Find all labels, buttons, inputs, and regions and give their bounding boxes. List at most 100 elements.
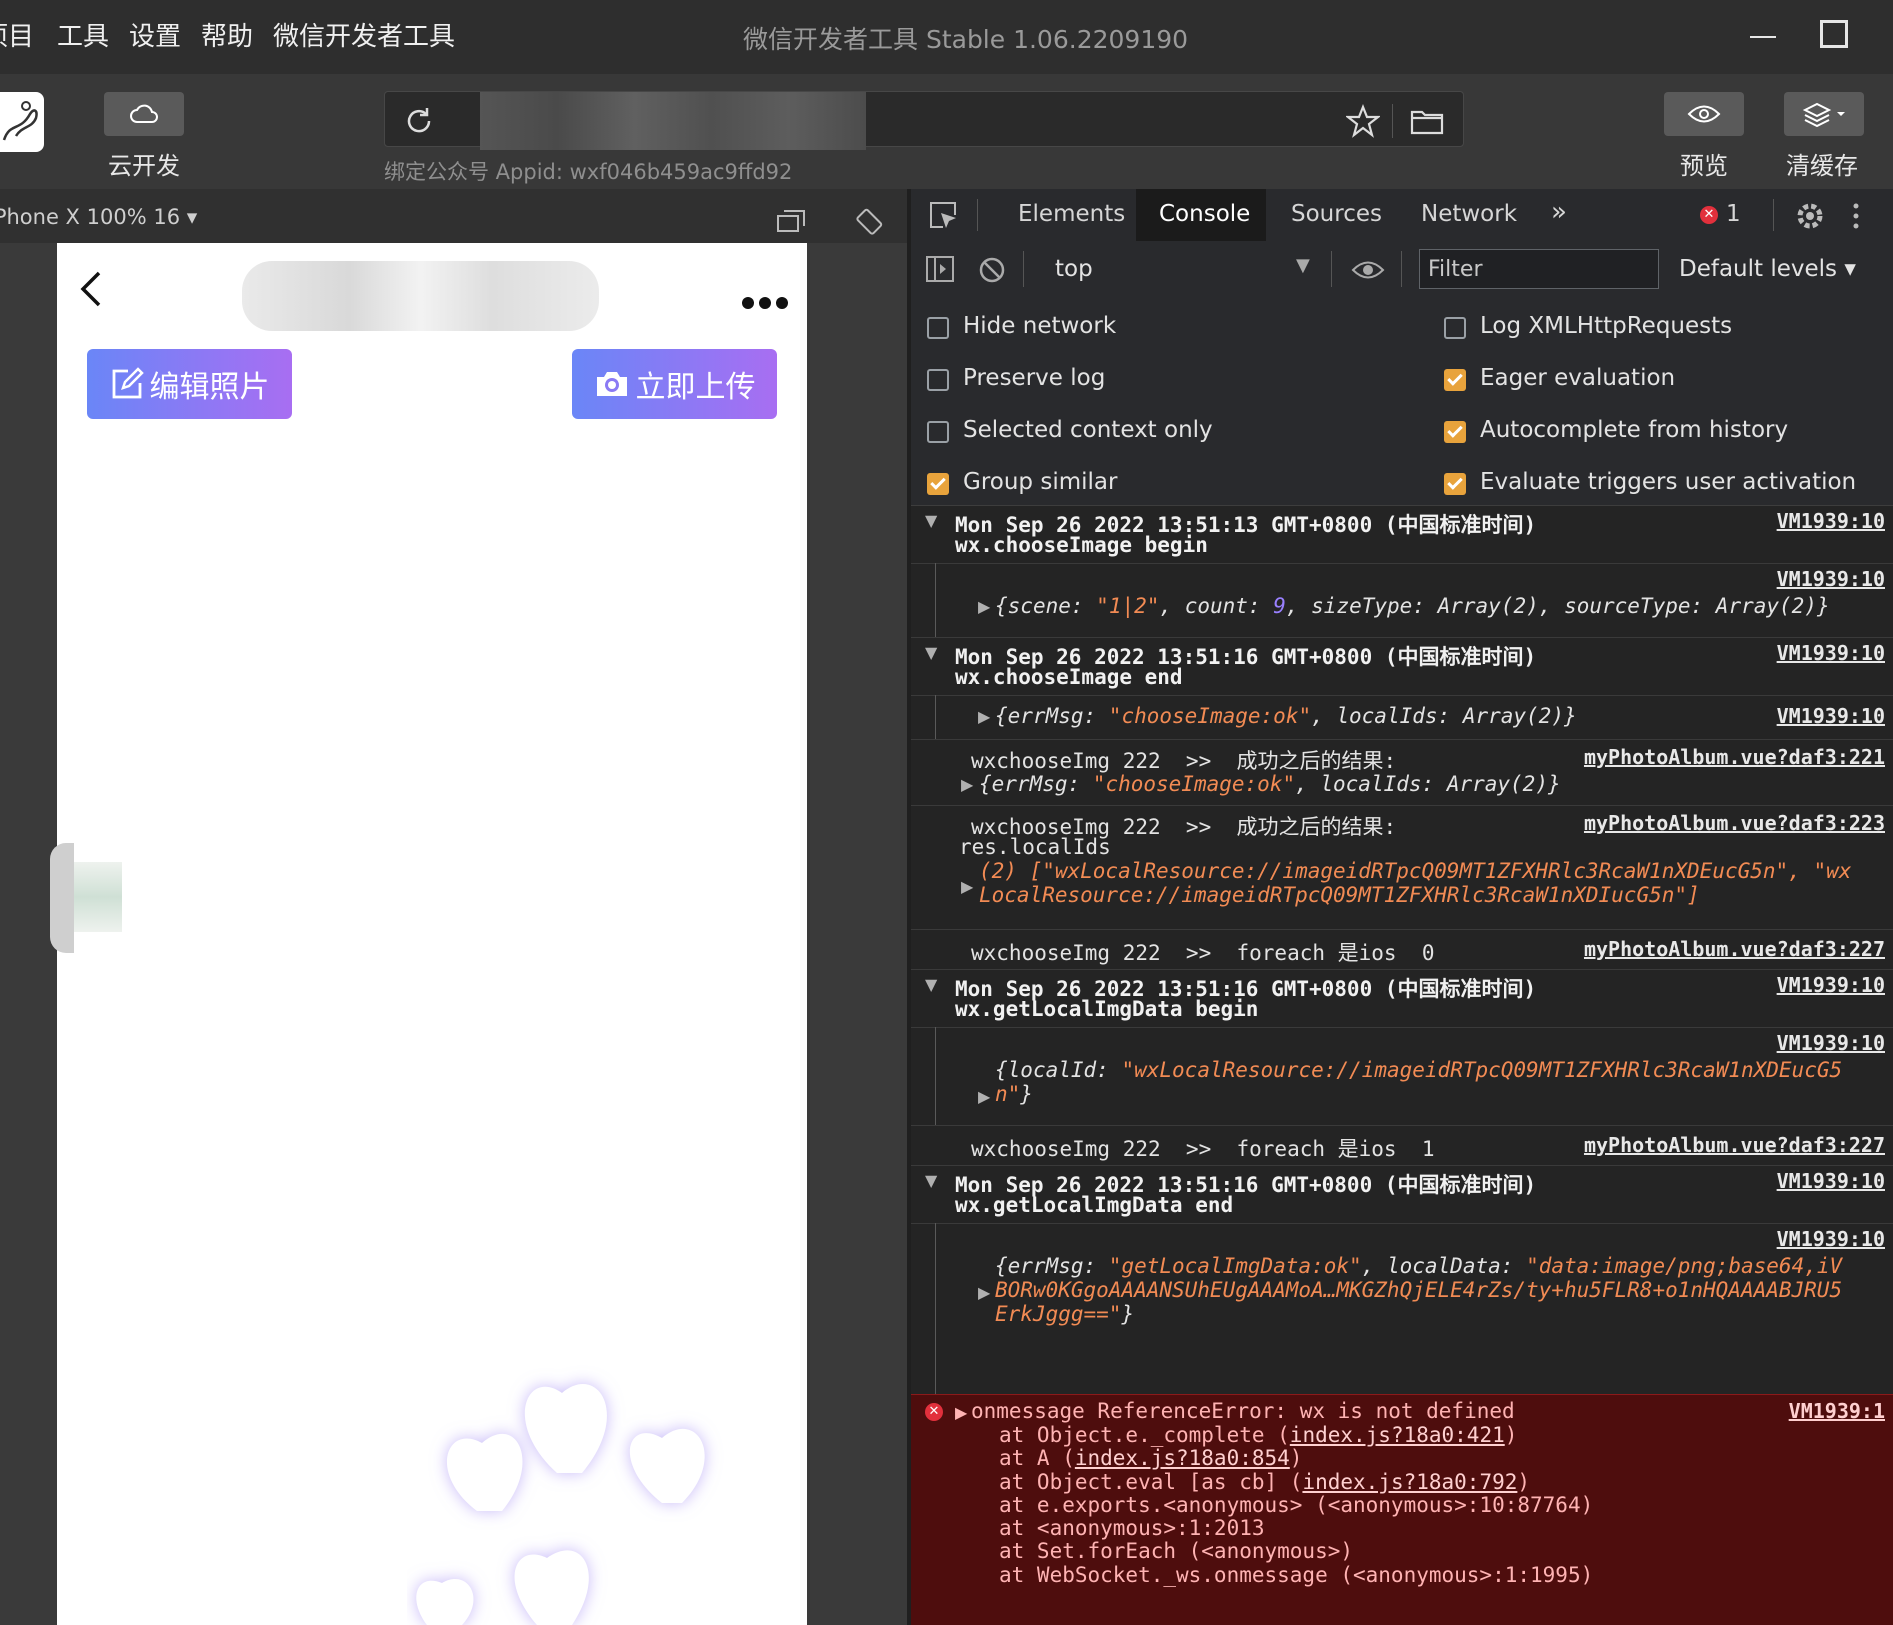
- rotate-icon[interactable]: [855, 206, 885, 236]
- log-group-header[interactable]: ▼ Mon Sep 26 2022 13:51:16 GMT+0800 (中国标…: [911, 637, 1893, 696]
- source-link[interactable]: VM1939:10: [1777, 1031, 1885, 1055]
- clear-cache-button[interactable]: [1784, 92, 1864, 136]
- source-link[interactable]: myPhotoAlbum.vue?daf3:221: [1584, 745, 1885, 769]
- stack-source-link[interactable]: index.js?18a0:421: [1290, 1423, 1505, 1447]
- context-select[interactable]: top: [1055, 256, 1093, 282]
- stack-text: ): [1289, 1446, 1303, 1471]
- log-group-header[interactable]: ▼ Mon Sep 26 2022 13:51:16 GMT+0800 (中国标…: [911, 1165, 1893, 1224]
- log-object[interactable]: {localId: "wxLocalResource://imageidRTpc…: [995, 1058, 1842, 1082]
- stack-source-link[interactable]: index.js?18a0:792: [1302, 1470, 1517, 1494]
- stack-source-link[interactable]: index.js?18a0:854: [1075, 1446, 1290, 1470]
- checkbox-preserve-log[interactable]: [927, 369, 949, 391]
- levels-select[interactable]: Default levels ▾: [1679, 256, 1856, 282]
- expand-triangle-icon[interactable]: ▶: [978, 597, 990, 616]
- source-link[interactable]: VM1939:10: [1777, 1227, 1885, 1251]
- obj-key: sizeType: [1311, 594, 1413, 618]
- source-link[interactable]: VM1939:10: [1777, 704, 1885, 728]
- expand-triangle-icon[interactable]: ▶: [978, 707, 990, 726]
- folder-icon[interactable]: [1410, 106, 1444, 136]
- log-array[interactable]: (2) ["wxLocalResource://imageidRTpcQ09MT…: [979, 859, 1851, 883]
- back-icon[interactable]: [77, 269, 105, 320]
- tab-elements[interactable]: Elements: [1018, 201, 1125, 227]
- kebab-menu-icon[interactable]: [1851, 201, 1861, 231]
- star-icon[interactable]: [1346, 104, 1380, 138]
- sidebar-toggle-icon[interactable]: [925, 255, 955, 283]
- context-dropdown-icon[interactable]: ▼: [1296, 255, 1310, 276]
- source-link[interactable]: myPhotoAlbum.vue?daf3:223: [1584, 811, 1885, 835]
- log-object[interactable]: {errMsg: "chooseImage:ok", localIds: Arr…: [979, 772, 1561, 796]
- log-object[interactable]: {errMsg: "chooseImage:ok", localIds: Arr…: [995, 704, 1577, 728]
- source-link[interactable]: VM1939:10: [1777, 567, 1885, 591]
- preview-button[interactable]: [1664, 92, 1744, 136]
- expand-triangle-icon[interactable]: ▶: [955, 1403, 967, 1422]
- checkbox-evaluate-triggers-user-activation[interactable]: [1444, 473, 1466, 495]
- live-expression-eye-icon[interactable]: [1351, 259, 1385, 281]
- tab-divider: [977, 199, 978, 231]
- collapse-triangle-icon[interactable]: ▼: [925, 643, 937, 662]
- cloud-dev-button[interactable]: [104, 92, 184, 136]
- group-indent-line: [935, 695, 936, 739]
- device-selector[interactable]: iPhone X 100% 16 ▾: [0, 205, 197, 229]
- menu-settings[interactable]: 设置: [129, 16, 181, 53]
- refresh-icon[interactable]: [402, 104, 436, 138]
- source-link[interactable]: myPhotoAlbum.vue?daf3:227: [1584, 937, 1885, 961]
- inspect-icon[interactable]: [929, 201, 959, 231]
- clear-console-icon[interactable]: [978, 256, 1006, 284]
- expand-triangle-icon[interactable]: ▶: [978, 1283, 990, 1302]
- checkbox-selected-context-only[interactable]: [927, 421, 949, 443]
- source-link[interactable]: VM1939:10: [1777, 641, 1885, 665]
- checkbox-log-xmlhttprequests[interactable]: [1444, 317, 1466, 339]
- error-icon: ✕: [1700, 206, 1718, 224]
- more-icon[interactable]: [741, 283, 789, 318]
- checkbox-eager-evaluation[interactable]: [1444, 369, 1466, 391]
- menu-tools[interactable]: 工具: [57, 16, 109, 53]
- collapse-triangle-icon[interactable]: ▼: [925, 975, 937, 994]
- tab-sources[interactable]: Sources: [1291, 201, 1382, 227]
- source-link[interactable]: VM1939:10: [1777, 973, 1885, 997]
- popout-icon[interactable]: [776, 208, 806, 234]
- maximize-icon[interactable]: [1820, 20, 1848, 48]
- log-object[interactable]: {scene: "1|2", count: 9, sizeType: Array…: [995, 594, 1830, 618]
- avatar[interactable]: [0, 92, 44, 152]
- source-link[interactable]: VM1939:1: [1789, 1399, 1885, 1423]
- log-array[interactable]: LocalResource://imageidRTpcQ09MT1ZFXHRlc…: [979, 883, 1700, 907]
- log-group-header[interactable]: ▼ Mon Sep 26 2022 13:51:16 GMT+0800 (中国标…: [911, 969, 1893, 1028]
- expand-triangle-icon[interactable]: ▶: [961, 877, 973, 896]
- levels-label: Default levels: [1679, 256, 1838, 282]
- menu-help[interactable]: 帮助: [201, 16, 253, 53]
- log-text: wx.chooseImage begin: [955, 533, 1208, 557]
- stack-text: at e.exports.<anonymous> (<anonymous>:10…: [999, 1492, 1594, 1517]
- upload-button[interactable]: 立即上传: [572, 349, 777, 419]
- log-row: VM1939:10 ▶ {localId: "wxLocalResource:/…: [911, 1027, 1893, 1126]
- log-row: wxchooseImg 222 >> foreach 是ios 0 myPhot…: [911, 929, 1893, 970]
- more-tabs-icon[interactable]: »: [1551, 197, 1567, 227]
- obj-key: count: [1184, 594, 1248, 618]
- expand-triangle-icon[interactable]: ▶: [978, 1087, 990, 1106]
- source-link[interactable]: myPhotoAlbum.vue?daf3:227: [1584, 1133, 1885, 1157]
- checkbox-group-similar[interactable]: [927, 473, 949, 495]
- side-drawer-handle[interactable]: [50, 843, 74, 953]
- checkbox-hide-network[interactable]: [927, 317, 949, 339]
- checkbox-autocomplete-from-history[interactable]: [1444, 421, 1466, 443]
- expand-triangle-icon[interactable]: ▶: [961, 775, 973, 794]
- collapse-triangle-icon[interactable]: ▼: [925, 1171, 937, 1190]
- tab-network[interactable]: Network: [1421, 201, 1517, 227]
- error-count[interactable]: 1: [1726, 201, 1741, 227]
- tab-console[interactable]: Console: [1159, 201, 1250, 227]
- obj-key: localId: [1007, 1058, 1097, 1082]
- log-group-header[interactable]: ▼ Mon Sep 26 2022 13:51:13 GMT+0800 (中国标…: [911, 505, 1893, 564]
- stack-frame: at <anonymous>:1:2013: [999, 1516, 1593, 1540]
- source-link[interactable]: VM1939:10: [1777, 1169, 1885, 1193]
- log-object-cont: BORw0KGgoAAAANSUhEUgAAAMoA…MKGZhQjELE4rZ…: [995, 1278, 1843, 1302]
- minimize-icon[interactable]: [1750, 36, 1776, 38]
- phone-screen: 编辑照片 立即上传: [57, 243, 807, 1625]
- log-object[interactable]: {errMsg: "getLocalImgData:ok", localData…: [995, 1254, 1842, 1278]
- gear-icon[interactable]: [1795, 201, 1825, 231]
- collapse-triangle-icon[interactable]: ▼: [925, 511, 937, 530]
- filter-input[interactable]: Filter: [1419, 249, 1659, 289]
- preview-label: 预览: [1680, 152, 1728, 180]
- menu-project[interactable]: 项目: [0, 16, 34, 53]
- menu-wechat-devtools[interactable]: 微信开发者工具: [273, 16, 455, 53]
- source-link[interactable]: VM1939:10: [1777, 509, 1885, 533]
- edit-photo-button[interactable]: 编辑照片: [87, 349, 292, 419]
